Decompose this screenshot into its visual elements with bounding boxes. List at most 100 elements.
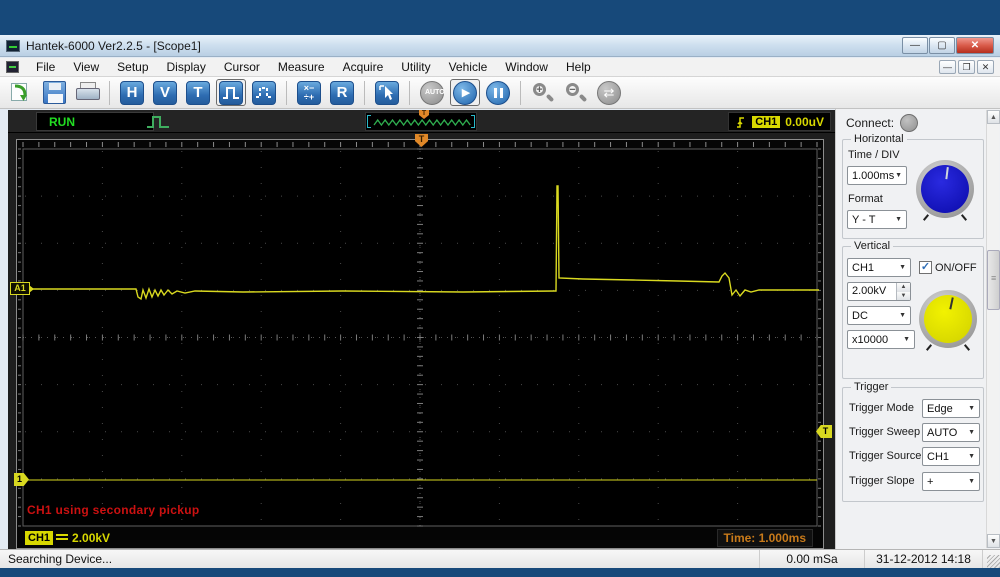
auto-icon: AUTO <box>420 81 444 105</box>
channel-strip: CH1 2.00kV Time: 1.000ms <box>17 527 823 548</box>
trigger-mode-select[interactable]: Edge▼ <box>922 399 980 418</box>
dc-coupling-icon <box>56 534 68 542</box>
scope-region: RUN T CH1 0.00uV CH1 using secondary pic… <box>8 110 835 549</box>
connect-indicator <box>900 114 918 132</box>
start-button[interactable]: ▶ <box>450 79 480 106</box>
trigger-readout: CH1 0.00uV <box>728 112 831 131</box>
volt-div-spinner[interactable]: 2.00kV ▲▼ <box>847 282 911 301</box>
titlebar: Hantek-6000 Ver2.2.5 - [Scope1] — ▢ ✕ <box>0 35 1000 57</box>
print-icon <box>75 82 99 104</box>
play-icon: ▶ <box>453 81 477 105</box>
control-panel: Connect: Horizontal Time / DIV 1.000ms▼ … <box>835 109 1000 549</box>
connect-label: Connect: <box>846 116 894 130</box>
trigger-source-select[interactable]: CH1▼ <box>922 447 980 466</box>
trigger-level-value: 0.00uV <box>785 115 824 129</box>
math-icon: ×−÷+ <box>297 81 321 105</box>
pulse-icon <box>219 81 243 105</box>
trigger-mode-label: Trigger Mode <box>849 402 914 414</box>
scrollbar-thumb[interactable] <box>987 250 1000 310</box>
menubar: File View Setup Display Cursor Measure A… <box>0 58 1000 77</box>
menu-measure[interactable]: Measure <box>269 58 334 76</box>
channel-onoff-checkbox[interactable]: ✓ <box>919 261 932 274</box>
trigger-slope-label: Trigger Slope <box>849 475 915 487</box>
t-letter-icon: T <box>186 81 210 105</box>
menu-vehicle[interactable]: Vehicle <box>440 58 497 76</box>
pause-button[interactable] <box>483 79 513 106</box>
coupling-select[interactable]: DC▼ <box>847 306 911 325</box>
horizontal-title: Horizontal <box>851 133 907 145</box>
menu-file[interactable]: File <box>27 58 64 76</box>
self-cal-button[interactable]: ⇄ <box>594 79 624 106</box>
trigger-group: Trigger Trigger Mode Edge▼ Trigger Sweep… <box>842 387 984 502</box>
horizontal-cursor-button[interactable]: H <box>117 79 147 106</box>
trigger-sweep-select[interactable]: AUTO▼ <box>922 423 980 442</box>
print-button[interactable] <box>72 79 102 106</box>
format-select[interactable]: Y - T▼ <box>847 210 907 229</box>
trigger-cursor-button[interactable]: T <box>183 79 213 106</box>
channel-select[interactable]: CH1▼ <box>847 258 911 277</box>
reference-waveform-button[interactable] <box>249 79 279 106</box>
pause-icon <box>486 81 510 105</box>
edge-trigger-icon <box>735 114 747 130</box>
save-button[interactable] <box>39 79 69 106</box>
window-title: Hantek-6000 Ver2.2.5 - [Scope1] <box>26 39 201 53</box>
horizontal-knob[interactable] <box>916 160 974 218</box>
scroll-up-icon[interactable]: ▲ <box>987 110 1000 124</box>
waveform-preview[interactable]: T <box>365 112 477 131</box>
trigger-source-label: Trigger Source <box>849 450 921 462</box>
onoff-label: ON/OFF <box>935 262 977 274</box>
pointer-button[interactable] <box>372 79 402 106</box>
close-button[interactable]: ✕ <box>956 37 994 54</box>
resize-grip[interactable] <box>987 555 1000 568</box>
time-div-label: Time / DIV <box>848 149 900 161</box>
format-label: Format <box>848 193 883 205</box>
horizontal-group: Horizontal Time / DIV 1.000ms▼ Format Y … <box>842 139 984 239</box>
probe-select[interactable]: x10000▼ <box>847 330 915 349</box>
mdi-minimize-button[interactable]: — <box>939 60 956 74</box>
pulse-dashed-icon <box>252 81 276 105</box>
menu-display[interactable]: Display <box>158 58 215 76</box>
trigger-title: Trigger <box>851 381 891 393</box>
trigger-slope-select[interactable]: +▼ <box>922 472 980 491</box>
menu-cursor[interactable]: Cursor <box>215 58 269 76</box>
zoom-in-icon: + <box>531 81 555 105</box>
channel-scale: 2.00kV <box>72 531 110 545</box>
open-file-button[interactable] <box>6 79 36 106</box>
maximize-button[interactable]: ▢ <box>929 37 955 54</box>
channel-badge: CH1 <box>25 531 53 545</box>
desktop-taskbar <box>0 0 1000 35</box>
menu-view[interactable]: View <box>64 58 108 76</box>
zoom-out-button[interactable]: − <box>561 79 591 106</box>
menu-help[interactable]: Help <box>557 58 600 76</box>
autoset-button[interactable]: AUTO <box>417 79 447 106</box>
menu-setup[interactable]: Setup <box>108 58 157 76</box>
timebase-readout: Time: 1.000ms <box>717 529 814 547</box>
mdi-restore-button[interactable]: ❐ <box>958 60 975 74</box>
status-message: Searching Device... <box>0 550 760 568</box>
statusbar: Searching Device... 0.00 mSa 31-12-2012 … <box>0 549 1000 568</box>
cursor-arrow-icon <box>375 81 399 105</box>
panel-scrollbar[interactable]: ▲ ▼ <box>986 110 999 548</box>
r-letter-icon: R <box>330 81 354 105</box>
mdi-close-button[interactable]: ✕ <box>977 60 994 74</box>
time-div-select[interactable]: 1.000ms▼ <box>847 166 907 185</box>
vertical-group: Vertical CH1▼ ✓ ON/OFF 2.00kV ▲▼ DC▼ x10… <box>842 246 984 379</box>
run-bar: RUN T CH1 0.00uV <box>8 110 835 133</box>
channel-position-marker[interactable]: A1 <box>10 282 30 295</box>
normal-waveform-button[interactable] <box>216 79 246 106</box>
vertical-cursor-button[interactable]: V <box>150 79 180 106</box>
zoom-in-button[interactable]: + <box>528 79 558 106</box>
scope-display[interactable]: CH1 using secondary pickup A1 1 T T CH1 … <box>16 139 824 549</box>
trigger-sweep-label: Trigger Sweep <box>849 426 920 438</box>
ref-button[interactable]: R <box>327 79 357 106</box>
menu-window[interactable]: Window <box>496 58 557 76</box>
vertical-title: Vertical <box>851 240 893 252</box>
vertical-knob[interactable] <box>919 290 977 348</box>
menu-utility[interactable]: Utility <box>392 58 439 76</box>
scroll-down-icon[interactable]: ▼ <box>987 534 1000 548</box>
math-button[interactable]: ×−÷+ <box>294 79 324 106</box>
trigger-pulse-icon <box>145 112 171 136</box>
minimize-button[interactable]: — <box>902 37 928 54</box>
scope-grid <box>17 140 823 548</box>
menu-acquire[interactable]: Acquire <box>334 58 393 76</box>
